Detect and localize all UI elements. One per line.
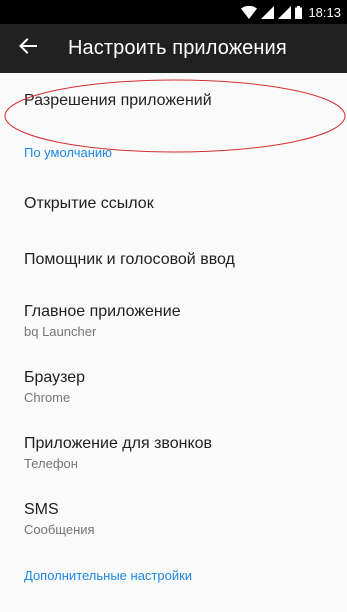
list-item-title: Приложение для звонков	[24, 435, 213, 452]
status-bar: 18:13	[0, 0, 347, 24]
list-item-app-permissions[interactable]: Разрешения приложений	[0, 73, 347, 129]
wifi-icon	[241, 5, 258, 19]
list-item-phone-app[interactable]: Приложение для звонков Телефон	[0, 420, 347, 486]
list-item-open-links[interactable]: Открытие ссылок	[0, 176, 347, 232]
status-icons	[241, 5, 303, 19]
list-item-home-app[interactable]: Главное приложение bq Launcher	[0, 288, 347, 354]
page-title: Настроить приложения	[68, 37, 287, 59]
battery-icon	[295, 5, 303, 19]
list-item-subtitle: Сообщения	[24, 522, 95, 537]
list-item-subtitle: Телефон	[24, 456, 78, 471]
list-item-assistant-voice-input[interactable]: Помощник и голосовой ввод	[0, 232, 347, 288]
list-item-sms[interactable]: SMS Сообщения	[0, 486, 347, 552]
list-item-subtitle: Chrome	[24, 390, 71, 405]
list-item-title: Главное приложение	[24, 303, 181, 320]
section-header-default: По умолчанию	[24, 145, 112, 160]
section-header-advanced: Дополнительные настройки	[24, 568, 193, 583]
list-item-title: Браузер	[24, 369, 86, 386]
list-item-title: Разрешения приложений	[24, 92, 212, 109]
list-item-title: SMS	[24, 501, 59, 518]
screen: 18:13 Настроить приложения Разрешения пр…	[0, 0, 347, 612]
settings-list: Разрешения приложений По умолчанию Откры…	[0, 73, 347, 599]
signal-icon	[261, 5, 275, 19]
list-item-title: Помощник и голосовой ввод	[24, 251, 235, 268]
list-item-browser[interactable]: Браузер Chrome	[0, 354, 347, 420]
list-item-title: Открытие ссылок	[24, 195, 154, 212]
back-button[interactable]	[0, 24, 56, 73]
status-time: 18:13	[308, 4, 341, 20]
arrow-back-icon	[19, 38, 37, 59]
list-item-subtitle: bq Launcher	[24, 324, 97, 339]
toolbar: Настроить приложения	[0, 24, 347, 73]
signal-icon-2	[278, 5, 292, 19]
